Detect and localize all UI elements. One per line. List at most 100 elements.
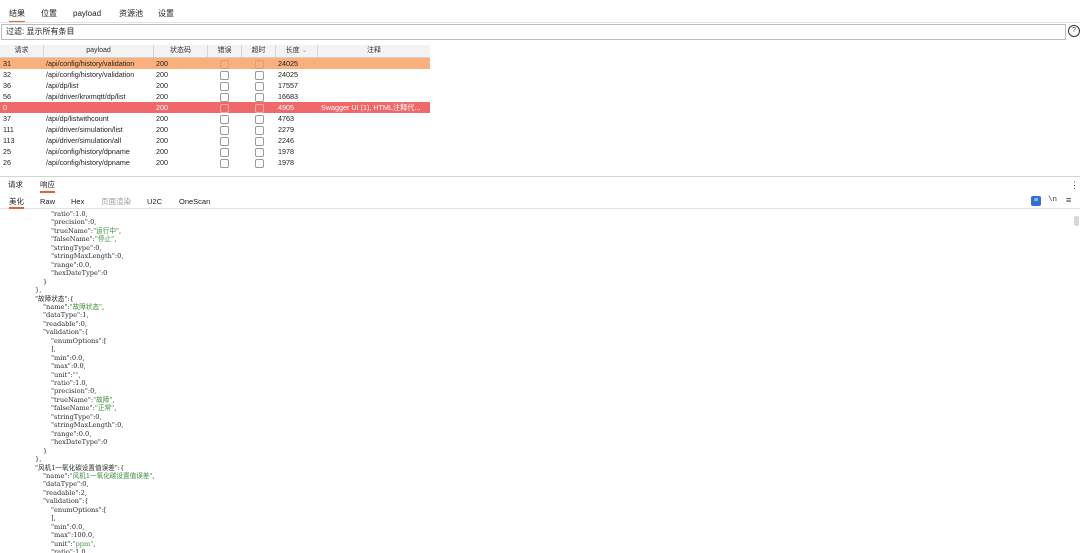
table-row[interactable]: 37/api/dp/listwithcount 200 4763 bbox=[0, 113, 430, 124]
timeout-checkbox bbox=[255, 60, 264, 69]
tab-resource-pool[interactable]: 资源池 bbox=[119, 7, 143, 21]
cell-request: 113 bbox=[3, 136, 15, 145]
code-line: "stringMaxLength":0, bbox=[51, 421, 124, 430]
error-checkbox bbox=[220, 60, 229, 69]
code-line: "hexDateType":0 bbox=[51, 269, 108, 278]
cell-status: 200 bbox=[156, 125, 168, 134]
cell-comment bbox=[321, 69, 429, 80]
tab-response[interactable]: 响应 bbox=[40, 179, 55, 193]
timeout-checkbox bbox=[255, 71, 264, 80]
table-row[interactable]: 36/api/dp/list 200 17557 bbox=[0, 80, 430, 91]
cell-length: 24025 bbox=[278, 70, 298, 79]
code-line: "max":100.0, bbox=[51, 531, 95, 540]
cell-length: 1978 bbox=[278, 147, 294, 156]
cell-length: 16683 bbox=[278, 92, 298, 101]
column-header-timeout[interactable]: 超时 bbox=[242, 45, 276, 57]
cell-request: 111 bbox=[3, 125, 14, 134]
tab-payloads[interactable]: payload bbox=[73, 7, 101, 21]
code-line: "min":0.0, bbox=[51, 353, 85, 362]
help-icon[interactable]: ? bbox=[1068, 25, 1080, 37]
cell-status: 200 bbox=[156, 158, 168, 167]
code-line: }, bbox=[35, 455, 42, 464]
code-line: "precision":0, bbox=[51, 387, 97, 396]
tab-results[interactable]: 结果 bbox=[9, 7, 25, 23]
code-line: "precision":0, bbox=[51, 218, 97, 227]
cell-payload bbox=[46, 102, 154, 113]
cell-length: 2246 bbox=[278, 136, 294, 145]
table-row[interactable]: 26/api/config/history/dpname 200 1978 bbox=[0, 157, 430, 168]
cell-length: 2279 bbox=[278, 125, 294, 134]
cell-comment bbox=[321, 135, 429, 146]
code-line: "range":0.0, bbox=[51, 429, 92, 438]
code-line: "falseName":"正常", bbox=[51, 404, 117, 413]
column-header-error[interactable]: 错误 bbox=[208, 45, 242, 57]
tab-request[interactable]: 请求 bbox=[8, 179, 23, 191]
cell-comment bbox=[321, 80, 429, 91]
timeout-checkbox bbox=[255, 115, 264, 124]
code-line: "故障状态":{ bbox=[35, 294, 74, 303]
table-row[interactable]: 31/api/config/history/validation 200 24025 bbox=[0, 58, 430, 69]
tab-raw[interactable]: Raw bbox=[40, 196, 55, 207]
cell-comment bbox=[321, 113, 429, 124]
newline-toggle[interactable]: \n bbox=[1048, 196, 1057, 204]
code-line: "enumOptions":[ bbox=[51, 336, 107, 345]
cell-payload: /api/config/history/dpname bbox=[46, 158, 130, 167]
code-line: "ratio":1.0, bbox=[51, 210, 88, 218]
tab-settings[interactable]: 设置 bbox=[158, 7, 174, 21]
cell-payload: /api/driver/simulation/list bbox=[46, 125, 123, 134]
code-line: "validation":{ bbox=[43, 497, 89, 506]
column-header-length[interactable]: 长度 ⌄ bbox=[276, 45, 318, 57]
code-line: }, bbox=[35, 286, 42, 295]
hamburger-menu-icon[interactable]: ≡ bbox=[1066, 195, 1071, 205]
filter-label: 过滤: 显示所有条目 bbox=[6, 27, 75, 36]
table-row[interactable]: 25/api/config/history/dpname 200 1978 bbox=[0, 146, 430, 157]
cell-status: 200 bbox=[156, 147, 168, 156]
cell-length: 4905 bbox=[278, 103, 294, 112]
scrollbar-thumb[interactable] bbox=[1074, 216, 1079, 226]
code-line: "readable":2, bbox=[43, 488, 87, 497]
response-body[interactable]: "ratio":1.0, "precision":0, "trueName":"运行… bbox=[0, 209, 1072, 553]
more-options-icon[interactable]: ⋮ bbox=[1070, 180, 1079, 191]
cell-request: 31 bbox=[3, 59, 11, 68]
table-row[interactable]: 56/api/driver/knxmqtt/dp/list 200 16683 bbox=[0, 91, 430, 102]
column-header-status[interactable]: 状态码 bbox=[154, 45, 208, 57]
tab-hex[interactable]: Hex bbox=[71, 196, 84, 207]
tab-pretty[interactable]: 美化 bbox=[9, 196, 24, 209]
timeout-checkbox bbox=[255, 93, 264, 102]
error-checkbox bbox=[220, 82, 229, 91]
code-line: ], bbox=[51, 345, 56, 354]
column-header-request[interactable]: 请求 bbox=[0, 45, 44, 57]
timeout-checkbox bbox=[255, 104, 264, 113]
tab-positions[interactable]: 位置 bbox=[41, 7, 57, 21]
column-header-payload[interactable]: payload bbox=[44, 45, 154, 57]
cell-request: 0 bbox=[3, 103, 7, 112]
table-row[interactable]: 111/api/driver/simulation/list 200 2279 bbox=[0, 124, 430, 135]
column-header-comment[interactable]: 注释 bbox=[318, 45, 430, 57]
code-line: } bbox=[43, 277, 48, 286]
cell-length: 4763 bbox=[278, 114, 294, 123]
wrap-lines-icon[interactable]: ≡ bbox=[1031, 196, 1041, 206]
code-line: "unit":"", bbox=[51, 370, 81, 379]
cell-length: 1978 bbox=[278, 158, 294, 167]
panel-divider[interactable] bbox=[0, 176, 1080, 177]
cell-status: 200 bbox=[156, 59, 168, 68]
tab-render[interactable]: 页面渲染 bbox=[101, 196, 131, 207]
table-row[interactable]: 113/api/driver/simulation/all 200 2246 bbox=[0, 135, 430, 146]
table-header: 请求 payload 状态码 错误 超时 长度 ⌄ 注释 bbox=[0, 45, 430, 58]
timeout-checkbox bbox=[255, 126, 264, 135]
table-row[interactable]: 32/api/config/history/validation 200 24025 bbox=[0, 69, 430, 80]
filter-input[interactable]: 过滤: 显示所有条目 bbox=[1, 24, 1066, 40]
results-table: 请求 payload 状态码 错误 超时 长度 ⌄ 注释 31/api/conf… bbox=[0, 45, 430, 176]
timeout-checkbox bbox=[255, 137, 264, 146]
cell-length: 17557 bbox=[278, 81, 298, 90]
table-row[interactable]: 0 200 4905 Swagger UI (1), HTML注释代... bbox=[0, 102, 430, 113]
code-line: "enumOptions":[ bbox=[51, 505, 107, 514]
cell-comment bbox=[321, 58, 429, 69]
tab-onescan[interactable]: OneScan bbox=[179, 196, 210, 207]
cell-status: 200 bbox=[156, 92, 168, 101]
tab-u2c[interactable]: U2C bbox=[147, 196, 162, 207]
cell-status: 200 bbox=[156, 81, 168, 90]
cell-payload: /api/dp/listwithcount bbox=[46, 114, 109, 123]
code-line: "风机1一氧化碳设置值误差":{ bbox=[35, 463, 125, 472]
cell-payload: /api/driver/knxmqtt/dp/list bbox=[46, 92, 126, 101]
